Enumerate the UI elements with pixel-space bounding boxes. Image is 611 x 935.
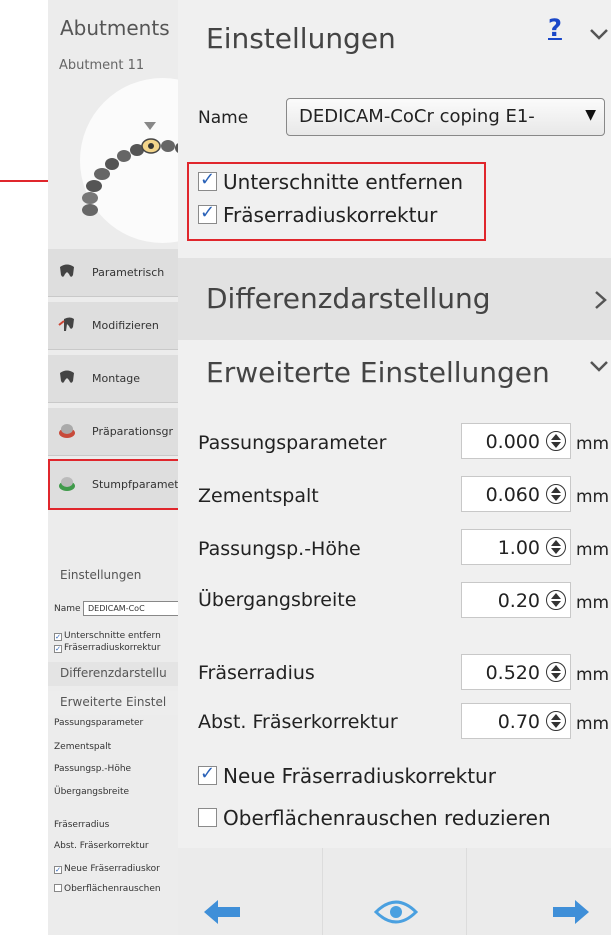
name-select-value: DEDICAM-CoCr coping E1- (299, 106, 535, 127)
tooth-arch-icon (82, 122, 178, 216)
spinner-icon[interactable] (546, 711, 566, 731)
param-value: 0.70 (497, 711, 540, 733)
mini-checkbox-undercut[interactable]: ✓ Unterschnitte entfern (54, 631, 161, 641)
mini-advanced-title[interactable]: Erweiterte Einstel (48, 691, 178, 715)
settings-panel: Einstellungen ? Name DEDICAM-CoCr coping… (178, 0, 611, 935)
modify-tooth-icon (58, 317, 74, 331)
tooth-icon (60, 264, 74, 277)
mini-name-select[interactable]: DEDICAM-CoC (83, 601, 178, 616)
name-label: Name (198, 108, 249, 128)
spinner-icon[interactable] (546, 590, 566, 610)
checkbox-box[interactable]: ✓ (198, 763, 217, 785)
arrow-left-icon[interactable] (204, 900, 240, 924)
param-input-cutter-distance[interactable]: 0.70 (461, 703, 571, 739)
mini-checkbox-new-cutter[interactable]: ✓ Neue Fräserradiuskor (54, 864, 160, 874)
mini-param-label: Zementspalt (54, 742, 112, 752)
tooth-selector[interactable] (80, 78, 178, 243)
param-value: 0.20 (497, 590, 540, 612)
nav-item-mounting[interactable]: Montage (48, 355, 178, 403)
advanced-title: Erweiterte Einstellungen (206, 356, 550, 389)
difference-title: Differenzdarstellung (206, 282, 491, 315)
help-link[interactable]: ? (548, 14, 562, 42)
dropdown-arrow-icon: ▼ (585, 107, 596, 123)
unit-label: mm (576, 434, 610, 454)
param-label-cutter-distance: Abst. Fräserkorrektur (198, 711, 398, 733)
unit-label: mm (576, 487, 610, 507)
unit-label: mm (576, 665, 610, 685)
param-value: 0.000 (485, 431, 540, 453)
footer-divider (322, 848, 323, 935)
nav-label: Modifizieren (92, 319, 159, 332)
unit-label: mm (576, 593, 610, 613)
mini-param-label: Abst. Fräserkorrektur (54, 841, 149, 851)
spinner-icon[interactable] (546, 662, 566, 682)
nav-label: Parametrisch (92, 266, 165, 279)
mini-settings-title: Einstellungen (60, 568, 142, 582)
tooth-icon (60, 370, 74, 383)
checkbox-box[interactable] (198, 808, 217, 827)
nav-label: Präparationsgr (92, 425, 173, 438)
param-value: 0.520 (485, 662, 540, 684)
eye-icon[interactable] (374, 898, 418, 926)
param-label-cutter-radius: Fräserradius (198, 662, 315, 684)
checkbox-label: Oberflächenrauschen reduzieren (223, 806, 551, 830)
panel-title: Abutments (60, 16, 170, 40)
param-value: 0.060 (485, 484, 540, 506)
checkbox-reduce-noise[interactable]: Oberflächenrauschen reduzieren (198, 806, 551, 830)
nav-item-parametric[interactable]: Parametrisch (48, 249, 178, 297)
mini-checkbox-noise[interactable]: Oberflächenrauschen (54, 884, 161, 894)
param-input-fit-height[interactable]: 1.00 (461, 529, 571, 565)
chevron-down-icon[interactable] (589, 360, 609, 374)
nav-item-preparation[interactable]: Präparationsgr (48, 408, 178, 456)
nav-label: Montage (92, 372, 140, 385)
name-select[interactable]: DEDICAM-CoCr coping E1- ▼ (286, 98, 605, 136)
param-input-cement[interactable]: 0.060 (461, 476, 571, 512)
chevron-down-icon[interactable] (589, 28, 609, 42)
unit-label: mm (576, 714, 610, 734)
chevron-right-icon (595, 291, 607, 309)
mini-param-label: Übergangsbreite (54, 787, 130, 797)
param-input-transition[interactable]: 0.20 (461, 582, 571, 618)
difference-section-header[interactable]: Differenzdarstellung (178, 258, 611, 340)
param-value: 1.00 (497, 537, 540, 559)
abutment-label: Abutment 11 (59, 58, 145, 73)
checkmark-icon: ✓ (200, 763, 216, 784)
mini-param-label: Passungsparameter (54, 718, 144, 728)
param-label-fit: Passungsparameter (198, 432, 387, 454)
param-input-fit[interactable]: 0.000 (461, 423, 571, 459)
mini-param-label: Fräserradius (54, 820, 110, 830)
checkbox-new-cutter-radius[interactable]: ✓ Neue Fräserradiuskorrektur (198, 763, 496, 788)
highlight-frame-nav (48, 459, 180, 510)
footer-toolbar (178, 848, 611, 935)
nav-item-modify[interactable]: Modifizieren (48, 302, 178, 350)
settings-title: Einstellungen (206, 22, 396, 55)
spinner-icon[interactable] (546, 431, 566, 451)
param-input-cutter-radius[interactable]: 0.520 (461, 654, 571, 690)
preparation-icon (59, 424, 75, 438)
highlight-frame-checkboxes (187, 162, 486, 241)
unit-label: mm (576, 540, 610, 560)
mini-difference-title[interactable]: Differenzdarstellu (48, 662, 178, 686)
checkbox-label: Neue Fräserradiuskorrektur (223, 764, 496, 788)
arrow-right-icon[interactable] (553, 900, 589, 924)
param-label-transition: Übergangsbreite (198, 589, 357, 611)
spinner-icon[interactable] (546, 484, 566, 504)
spinner-icon[interactable] (546, 537, 566, 557)
footer-divider (466, 848, 467, 935)
mini-checkbox-cutter[interactable]: ✓ Fräserradiuskorrektur (54, 643, 160, 653)
mini-param-label: Passungsp.-Höhe (54, 764, 132, 774)
param-label-cement: Zementspalt (198, 485, 319, 507)
mini-name-label: Name (54, 604, 81, 614)
param-label-fit-height: Passungsp.-Höhe (198, 538, 361, 560)
